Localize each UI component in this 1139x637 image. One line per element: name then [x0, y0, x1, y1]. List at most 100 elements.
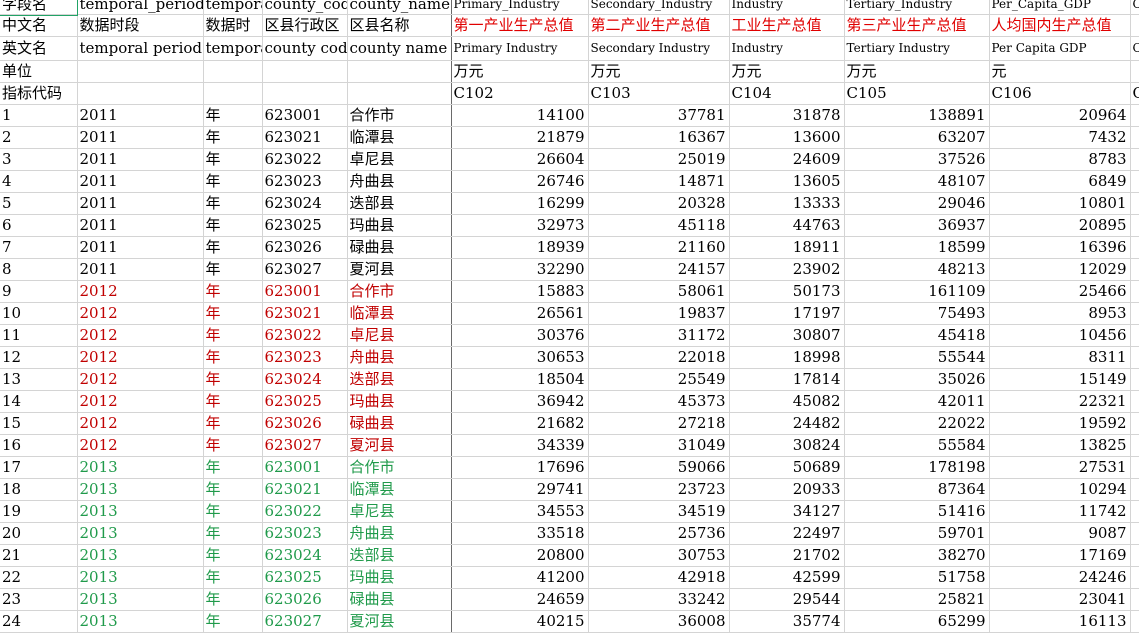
header-cell-temporal-period[interactable]: [77, 60, 204, 83]
cell-industry[interactable]: 18998: [729, 346, 845, 369]
header-cell-extra[interactable]: C: [1130, 36, 1139, 61]
header-cell-row-label[interactable]: 中文名: [0, 14, 78, 37]
header-cell-county-code[interactable]: [262, 82, 348, 105]
header-cell-industry[interactable]: 万元: [729, 60, 845, 83]
cell-primary-industry[interactable]: 26604: [451, 148, 589, 171]
cell-county-code[interactable]: 623025: [262, 566, 348, 589]
cell-temporal[interactable]: 年: [203, 324, 263, 347]
cell-temporal-period[interactable]: 2012: [77, 434, 204, 457]
cell-secondary-industry[interactable]: 36008: [588, 610, 730, 633]
cell-per-capita-gdp[interactable]: 8311: [989, 346, 1131, 369]
cell-primary-industry[interactable]: 15883: [451, 280, 589, 303]
cell-primary-industry[interactable]: 32973: [451, 214, 589, 237]
cell-extra[interactable]: [1130, 368, 1139, 391]
header-cell-temporal[interactable]: [203, 60, 263, 83]
cell-secondary-industry[interactable]: 20328: [588, 192, 730, 215]
header-cell-row-label[interactable]: 单位: [0, 60, 78, 83]
header-cell-primary-industry[interactable]: Primary_Industry: [451, 0, 589, 15]
cell-county-name[interactable]: 卓尼县: [347, 500, 452, 523]
cell-extra[interactable]: [1130, 104, 1139, 127]
cell-county-code[interactable]: 623024: [262, 192, 348, 215]
cell-county-name[interactable]: 夏河县: [347, 434, 452, 457]
cell-industry[interactable]: 18911: [729, 236, 845, 259]
cell-row-label[interactable]: 4: [0, 170, 78, 193]
header-cell-industry[interactable]: Industry: [729, 36, 845, 61]
cell-tertiary-industry[interactable]: 55584: [844, 434, 990, 457]
cell-tertiary-industry[interactable]: 18599: [844, 236, 990, 259]
cell-secondary-industry[interactable]: 25019: [588, 148, 730, 171]
cell-temporal[interactable]: 年: [203, 544, 263, 567]
cell-row-label[interactable]: 17: [0, 456, 78, 479]
cell-primary-industry[interactable]: 21879: [451, 126, 589, 149]
header-cell-secondary-industry[interactable]: 第二产业生产总值: [588, 14, 730, 37]
cell-county-name[interactable]: 玛曲县: [347, 390, 452, 413]
cell-temporal-period[interactable]: 2013: [77, 500, 204, 523]
cell-secondary-industry[interactable]: 21160: [588, 236, 730, 259]
header-cell-primary-industry[interactable]: 第一产业生产总值: [451, 14, 589, 37]
header-cell-temporal[interactable]: [203, 82, 263, 105]
cell-county-code[interactable]: 623001: [262, 280, 348, 303]
cell-county-name[interactable]: 舟曲县: [347, 346, 452, 369]
header-cell-extra[interactable]: C: [1130, 82, 1139, 105]
header-cell-primary-industry[interactable]: Primary Industry: [451, 36, 589, 61]
cell-primary-industry[interactable]: 26746: [451, 170, 589, 193]
cell-industry[interactable]: 45082: [729, 390, 845, 413]
cell-tertiary-industry[interactable]: 37526: [844, 148, 990, 171]
cell-county-name[interactable]: 夏河县: [347, 610, 452, 633]
header-cell-county-name[interactable]: county_name: [347, 0, 452, 15]
header-cell-extra[interactable]: [1130, 60, 1139, 83]
cell-temporal-period[interactable]: 2013: [77, 478, 204, 501]
cell-secondary-industry[interactable]: 31172: [588, 324, 730, 347]
header-cell-per-capita-gdp[interactable]: Per_Capita_GDP: [989, 0, 1131, 15]
cell-industry[interactable]: 22497: [729, 522, 845, 545]
cell-county-code[interactable]: 623001: [262, 456, 348, 479]
cell-primary-industry[interactable]: 18939: [451, 236, 589, 259]
header-cell-primary-industry[interactable]: C102: [451, 82, 589, 105]
cell-temporal[interactable]: 年: [203, 500, 263, 523]
header-cell-extra[interactable]: [1130, 14, 1139, 37]
cell-row-label[interactable]: 14: [0, 390, 78, 413]
cell-row-label[interactable]: 18: [0, 478, 78, 501]
cell-tertiary-industry[interactable]: 87364: [844, 478, 990, 501]
header-cell-row-label[interactable]: 英文名: [0, 36, 78, 61]
cell-county-name[interactable]: 合作市: [347, 280, 452, 303]
cell-temporal-period[interactable]: 2011: [77, 126, 204, 149]
cell-primary-industry[interactable]: 17696: [451, 456, 589, 479]
cell-county-code[interactable]: 623001: [262, 104, 348, 127]
cell-extra[interactable]: [1130, 192, 1139, 215]
cell-primary-industry[interactable]: 32290: [451, 258, 589, 281]
cell-row-label[interactable]: 22: [0, 566, 78, 589]
cell-tertiary-industry[interactable]: 161109: [844, 280, 990, 303]
cell-county-name[interactable]: 合作市: [347, 104, 452, 127]
cell-county-code[interactable]: 623022: [262, 500, 348, 523]
cell-row-label[interactable]: 11: [0, 324, 78, 347]
cell-industry[interactable]: 13600: [729, 126, 845, 149]
cell-tertiary-industry[interactable]: 35026: [844, 368, 990, 391]
cell-industry[interactable]: 17197: [729, 302, 845, 325]
header-cell-temporal-period[interactable]: temporal period: [77, 36, 204, 61]
cell-per-capita-gdp[interactable]: 16396: [989, 236, 1131, 259]
cell-extra[interactable]: [1130, 500, 1139, 523]
cell-secondary-industry[interactable]: 45373: [588, 390, 730, 413]
cell-county-code[interactable]: 623023: [262, 346, 348, 369]
cell-secondary-industry[interactable]: 25736: [588, 522, 730, 545]
cell-county-name[interactable]: 卓尼县: [347, 324, 452, 347]
cell-extra[interactable]: [1130, 544, 1139, 567]
cell-temporal-period[interactable]: 2011: [77, 214, 204, 237]
cell-secondary-industry[interactable]: 14871: [588, 170, 730, 193]
cell-industry[interactable]: 21702: [729, 544, 845, 567]
cell-temporal[interactable]: 年: [203, 522, 263, 545]
cell-temporal[interactable]: 年: [203, 610, 263, 633]
cell-tertiary-industry[interactable]: 138891: [844, 104, 990, 127]
cell-extra[interactable]: [1130, 302, 1139, 325]
cell-temporal-period[interactable]: 2012: [77, 324, 204, 347]
cell-primary-industry[interactable]: 16299: [451, 192, 589, 215]
cell-row-label[interactable]: 2: [0, 126, 78, 149]
cell-county-code[interactable]: 623026: [262, 588, 348, 611]
cell-temporal-period[interactable]: 2013: [77, 610, 204, 633]
cell-primary-industry[interactable]: 29741: [451, 478, 589, 501]
cell-industry[interactable]: 24482: [729, 412, 845, 435]
cell-county-code[interactable]: 623021: [262, 478, 348, 501]
header-cell-row-label[interactable]: 字段名: [0, 0, 78, 16]
cell-row-label[interactable]: 5: [0, 192, 78, 215]
